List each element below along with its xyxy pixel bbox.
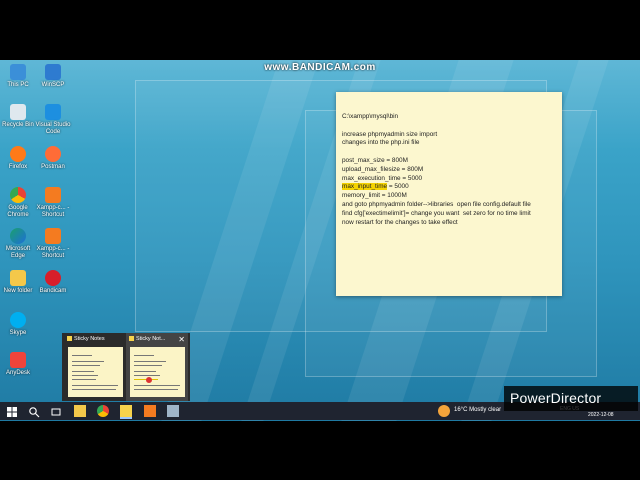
- file-explorer-icon[interactable]: [74, 405, 86, 417]
- desktop-icon-edge[interactable]: Microsoft Edge: [0, 228, 36, 260]
- sticky-notes-icon[interactable]: [120, 405, 132, 419]
- thumbnail-preview: [130, 347, 185, 397]
- note-line: post_max_size = 800M: [342, 156, 408, 164]
- highlighted-text: max_input_time: [342, 183, 388, 191]
- sticky-note-text[interactable]: C:\xampp\mysql\bin increase phpmyadmin s…: [342, 113, 531, 227]
- desktop-icon-new-folder[interactable]: New folder: [0, 270, 36, 295]
- note-line: changes into the php.ini file: [342, 139, 420, 147]
- cursor-icon: [146, 377, 152, 383]
- note-line: C:\xampp\mysql\bin: [342, 113, 399, 120]
- xampp-icon[interactable]: [144, 405, 156, 417]
- note-line: find cfg['exectimelimit']= change you wa…: [342, 209, 531, 217]
- desktop-icon-xampp-shortcut[interactable]: Xampp-c... - Shortcut: [35, 187, 71, 219]
- note-line: now restart for the changes to take effe…: [342, 218, 458, 226]
- thumbnail-preview: [68, 347, 123, 397]
- edge-icon: [10, 228, 26, 244]
- weather-text[interactable]: 16°C Mostly clear: [454, 407, 501, 413]
- taskbar-thumbnail-popup: Sticky Notes Sticky Not... ✕: [62, 333, 190, 401]
- desktop-icon-winscp[interactable]: WinSCP: [35, 64, 71, 89]
- note-line: max_execution_time = 5000: [342, 174, 423, 182]
- note-line: upload_max_filesize = 800M: [342, 165, 424, 173]
- search-icon[interactable]: [28, 405, 40, 418]
- desktop-icon-anydesk[interactable]: AnyDesk: [0, 352, 36, 377]
- bandicam-icon: [45, 270, 61, 286]
- skype-icon: [10, 312, 26, 328]
- desktop-icon-xampp-shortcut[interactable]: Xampp-c... - Shortcut: [35, 228, 71, 260]
- desktop-icon-postman[interactable]: Postman: [35, 146, 71, 171]
- firefox-icon: [10, 146, 26, 162]
- anydesk-icon: [10, 352, 26, 368]
- thumbnail-sticky-notes-1[interactable]: Sticky Notes: [64, 333, 126, 401]
- close-icon[interactable]: ✕: [178, 335, 185, 344]
- desktop-icon-firefox[interactable]: Firefox: [0, 146, 36, 171]
- recycle-bin-icon: [10, 104, 26, 120]
- chrome-icon: [10, 187, 26, 203]
- task-view-icon[interactable]: [50, 405, 62, 417]
- note-line: and goto phpmyadmin folder-->libraries o…: [342, 200, 531, 208]
- desktop-icon-this-pc[interactable]: This PC: [0, 64, 36, 89]
- postman-icon: [45, 146, 61, 162]
- app-icon[interactable]: [167, 405, 179, 417]
- chrome-icon[interactable]: [97, 405, 109, 417]
- sticky-notes-icon: [129, 336, 134, 342]
- desktop-icon-skype[interactable]: Skype: [0, 312, 36, 337]
- computer-icon: [10, 64, 26, 80]
- desktop-icon-vscode[interactable]: Visual Studio Code: [35, 104, 71, 136]
- folder-icon: [10, 270, 26, 286]
- bandicam-watermark: www.BANDICAM.com: [264, 62, 376, 73]
- thumbnail-sticky-notes-2[interactable]: Sticky Not... ✕: [126, 333, 188, 401]
- desktop-icon-chrome[interactable]: Google Chrome: [0, 187, 36, 219]
- windows-start-icon[interactable]: [6, 405, 18, 417]
- sticky-notes-icon: [67, 336, 72, 342]
- desktop-icon-recycle-bin[interactable]: Recycle Bin: [0, 104, 36, 129]
- xampp-icon: [45, 228, 61, 244]
- note-line: memory_limit = 1000M: [342, 192, 407, 200]
- weather-icon[interactable]: [438, 405, 450, 417]
- note-line: increase phpmyadmin size import: [342, 130, 438, 138]
- powerdirector-watermark: PowerDirector: [504, 386, 638, 411]
- desktop-icon-bandicam[interactable]: Bandicam: [35, 270, 71, 295]
- clock-date[interactable]: 2022-12-08: [588, 412, 614, 418]
- xampp-icon: [45, 187, 61, 203]
- vscode-icon: [45, 104, 61, 120]
- winscp-icon: [45, 64, 61, 80]
- sticky-note-window[interactable]: C:\xampp\mysql\bin increase phpmyadmin s…: [336, 92, 562, 296]
